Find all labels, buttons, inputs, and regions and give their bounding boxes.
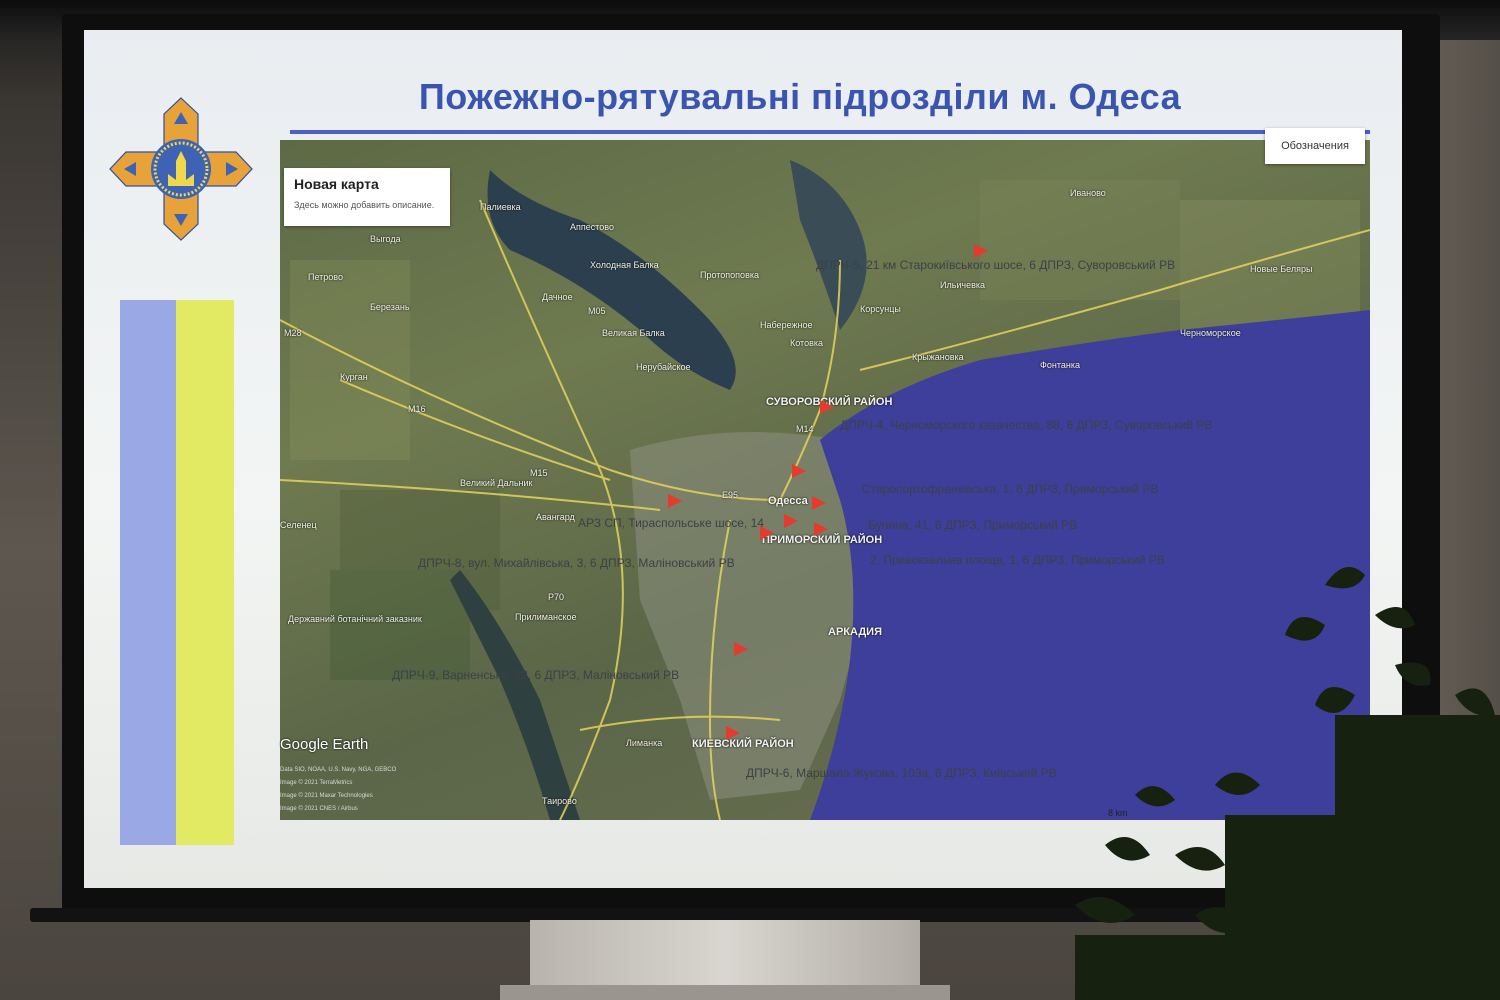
road-label: M16 bbox=[408, 404, 426, 414]
station-marker-icon[interactable] bbox=[668, 494, 682, 508]
map-info-card[interactable]: Новая карта Здесь можно добавить описани… bbox=[284, 168, 450, 226]
place-label: Великий Дальник bbox=[460, 478, 533, 488]
place-label: Корсунцы bbox=[860, 304, 901, 314]
station-marker-icon[interactable] bbox=[734, 642, 748, 656]
emblem-icon bbox=[109, 97, 253, 241]
place-label: Выгода bbox=[370, 234, 401, 244]
title-underline bbox=[290, 130, 1370, 134]
houseplant-foreground bbox=[1075, 567, 1500, 1000]
place-label-city: Одесса bbox=[768, 495, 808, 507]
station-label: ДПРЧ-8, вул. Михайлівська, 3, 6 ДПРЗ, Ма… bbox=[418, 556, 735, 570]
map-credit: Data SIO, NOAA, U.S. Navy, NGA, GEBCO bbox=[280, 767, 397, 773]
place-label: Березань bbox=[370, 302, 410, 312]
place-label: Лиманка bbox=[626, 738, 663, 748]
road-label: M05 bbox=[588, 306, 606, 316]
station-label: Старопортофранківська, 1, 6 ДПРЗ, Примор… bbox=[862, 482, 1159, 496]
place-label: Державний ботанічний заказник bbox=[288, 614, 422, 624]
station-marker-icon[interactable] bbox=[726, 726, 740, 740]
legend-button[interactable]: Обозначения bbox=[1265, 128, 1365, 164]
slide-title: Пожежно-рятувальні підрозділи м. Одеса bbox=[418, 76, 1182, 117]
place-label: Черноморское bbox=[1180, 328, 1241, 338]
station-label: ДПРЧ-6, Маршала Жукова, 103а, 6 ДПРЗ, Ки… bbox=[746, 766, 1057, 780]
place-label: Холодная Балка bbox=[590, 260, 659, 270]
station-marker-icon[interactable] bbox=[814, 522, 828, 536]
road-label: M28 bbox=[284, 328, 302, 338]
place-label: Дачное bbox=[542, 292, 573, 302]
screen-stand-base bbox=[500, 985, 950, 1000]
google-earth-logo: Google Earth bbox=[280, 736, 369, 753]
station-label: ДПРЧ-9, Варненська, 22, 6 ДПРЗ, Маліновс… bbox=[392, 668, 680, 682]
road-label: M15 bbox=[530, 468, 548, 478]
place-label: Палиевка bbox=[480, 202, 521, 212]
place-label: Селенец bbox=[280, 520, 317, 530]
station-marker-icon[interactable] bbox=[820, 400, 834, 414]
station-marker-icon[interactable] bbox=[974, 244, 988, 258]
place-label: Ильичевка bbox=[940, 280, 986, 290]
place-label: Крыжановка bbox=[912, 352, 964, 362]
road-label: P70 bbox=[548, 592, 565, 602]
map-credit: Image © 2021 CNES / Airbus bbox=[280, 806, 358, 812]
place-label: Иваново bbox=[1070, 188, 1106, 198]
district-label: КИЕВСКИЙ РАЙОН bbox=[692, 738, 794, 750]
place-label: Протопоповка bbox=[700, 270, 759, 280]
map-credit: Image © 2021 TerraMetrics bbox=[280, 780, 353, 786]
place-label: Нерубайское bbox=[636, 362, 691, 372]
road-label: M14 bbox=[796, 424, 814, 434]
flag-stripe-blue bbox=[120, 300, 178, 845]
station-label: Бунина, 41, 6 ДПРЗ, Приморський РВ bbox=[868, 518, 1078, 532]
place-label: Великая Балка bbox=[602, 328, 665, 338]
station-label: ДПРЧ-4, Черноморского казачества, 88, 6 … bbox=[840, 418, 1213, 432]
place-label: Новые Беляры bbox=[1250, 264, 1313, 274]
station-label: ДПРЧ-5, 21 км Старокиївського шосе, 6 ДП… bbox=[816, 258, 1176, 272]
station-label: АРЗ СП, Тираспольське шосе, 14 bbox=[578, 516, 764, 530]
road-label: E95 bbox=[722, 490, 739, 500]
flag-stripe-yellow bbox=[176, 300, 234, 845]
district-label: АРКАДИЯ bbox=[828, 626, 882, 638]
map-credit: Image © 2021 Maxar Technologies bbox=[280, 793, 373, 799]
place-label: Таирово bbox=[542, 796, 577, 806]
place-label: Фонтанка bbox=[1040, 360, 1080, 370]
place-label: Аппестово bbox=[570, 222, 614, 232]
place-label: Курган bbox=[340, 372, 368, 382]
station-marker-icon[interactable] bbox=[812, 496, 826, 510]
map-card-description: Здесь можно добавить описание. bbox=[294, 200, 435, 210]
place-label: Котовка bbox=[790, 338, 823, 348]
map-card-title: Новая карта bbox=[294, 176, 379, 192]
place-label: Прилиманское bbox=[515, 612, 577, 622]
station-marker-icon[interactable] bbox=[792, 464, 806, 478]
place-label: Авангард bbox=[536, 512, 575, 522]
place-label: Петрово bbox=[308, 272, 343, 282]
station-marker-icon[interactable] bbox=[784, 514, 798, 528]
place-label: Набережное bbox=[760, 320, 813, 330]
